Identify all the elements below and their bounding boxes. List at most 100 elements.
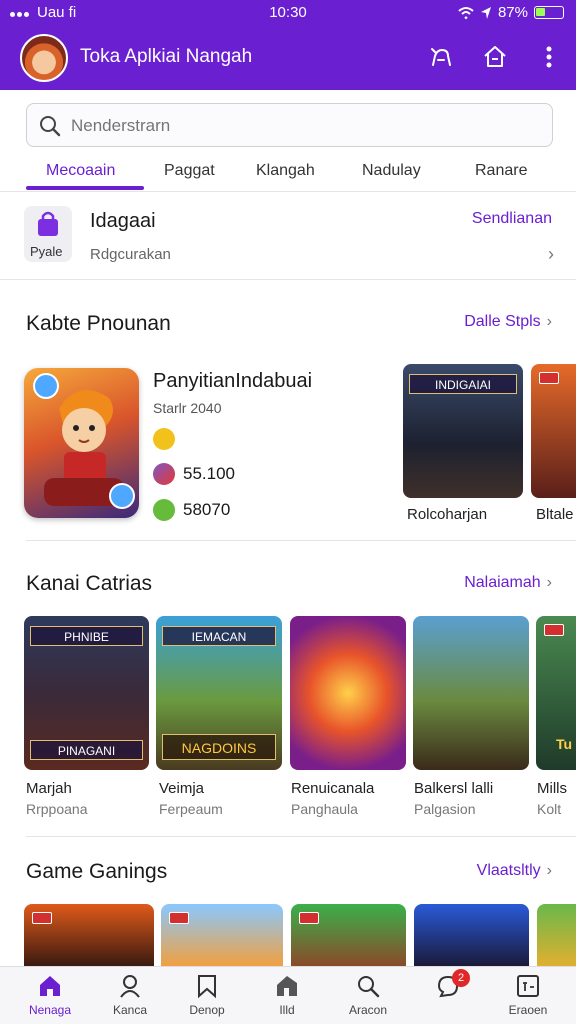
- gem-icon: [153, 463, 175, 485]
- chevron-right-icon[interactable]: ›: [548, 244, 554, 265]
- featured-app-icon[interactable]: [24, 368, 139, 518]
- featured-see-all-label: Dalle Stpls: [464, 313, 541, 330]
- card-banner: PHNIBE: [30, 626, 143, 646]
- bottom-navigation: Nenaga Kanca Denop Illd Aracon 2 Eraoen: [0, 966, 576, 1024]
- profile-icon[interactable]: [428, 44, 454, 70]
- card-title[interactable]: Mills: [537, 780, 567, 797]
- section-divider: [26, 836, 576, 837]
- category-card-4[interactable]: Tu: [536, 616, 576, 770]
- nav-profile-label: Kanca: [112, 1003, 148, 1017]
- promo-subtitle: Rdgcurakan: [90, 246, 171, 263]
- card-subtitle: Palgasion: [414, 801, 476, 817]
- promo-title: Idagaai: [90, 210, 156, 232]
- featured-see-all-link[interactable]: Dalle Stpls ›: [464, 313, 552, 331]
- tab-0[interactable]: Mecoaain: [46, 162, 115, 180]
- game-card-1[interactable]: [161, 904, 283, 966]
- featured-stat-1: 55.100: [183, 464, 235, 483]
- featured-section-title: Kabte Pnounan: [26, 312, 171, 335]
- side-card-caption[interactable]: Bltale: [536, 506, 574, 523]
- chevron-right-icon: ›: [546, 862, 552, 879]
- status-bar: Uau fi 10:30 87%: [0, 0, 576, 26]
- hero-character-icon: [33, 373, 135, 509]
- nav-calendar[interactable]: Eraoen: [488, 973, 568, 1017]
- games-see-all-link[interactable]: Vlaatsltly ›: [477, 862, 552, 880]
- nav-saved[interactable]: Denop: [167, 973, 247, 1017]
- card-art: [413, 616, 529, 770]
- category-see-all-link[interactable]: Nalaiamah ›: [464, 574, 552, 592]
- home-icon: [40, 976, 60, 996]
- game-card-3[interactable]: [414, 904, 529, 966]
- side-card-banner: INDIGAIAI: [409, 374, 517, 394]
- category-card-1[interactable]: IEMACAN NAGDOINS: [156, 616, 282, 770]
- card-subtitle: Panghaula: [291, 801, 358, 817]
- side-card-0[interactable]: INDIGAIAI: [403, 364, 523, 498]
- game-card-2[interactable]: [291, 904, 406, 966]
- promo-link[interactable]: Sendlianan: [472, 210, 552, 228]
- card-art: [290, 616, 406, 770]
- bookmark-icon: [198, 975, 216, 999]
- category-see-all-label: Nalaiamah: [464, 574, 541, 591]
- tab-3[interactable]: Nadulay: [362, 162, 421, 180]
- promo-icon-label: Pyale: [30, 244, 63, 259]
- game-card-4[interactable]: [537, 904, 576, 966]
- coin-icon: [153, 428, 175, 450]
- tab-2[interactable]: Klangah: [256, 162, 315, 180]
- featured-stat-row-1: 55.100: [153, 463, 235, 485]
- card-title[interactable]: Renuicanala: [291, 780, 374, 797]
- card-title[interactable]: Veimja: [159, 780, 204, 797]
- tab-1[interactable]: Paggat: [164, 162, 215, 180]
- person-icon: [120, 975, 140, 998]
- nav-search-label: Aracon: [348, 1003, 388, 1017]
- store-icon[interactable]: [482, 44, 508, 70]
- category-card-0[interactable]: PHNIBE PINAGANI: [24, 616, 149, 770]
- app-title: Toka Aplkiai Nangah: [80, 46, 253, 67]
- flag-icon: [544, 624, 564, 636]
- avatar[interactable]: [20, 34, 68, 82]
- shopping-bag-icon: [38, 211, 58, 236]
- card-title[interactable]: Balkersl lalli: [414, 780, 493, 797]
- battery-percent: 87%: [497, 4, 528, 21]
- card-art: [414, 904, 529, 966]
- card-art: [537, 904, 576, 966]
- featured-stat-2: 58070: [183, 500, 231, 519]
- card-footer: Tu: [556, 736, 573, 752]
- battery-icon: [534, 6, 564, 19]
- category-card-3[interactable]: [413, 616, 529, 770]
- card-title[interactable]: Marjah: [26, 780, 72, 797]
- check-badge-icon: [153, 499, 175, 521]
- chevron-right-icon: ›: [546, 574, 552, 591]
- section-divider: [26, 540, 576, 541]
- nav-home-label: Nenaga: [28, 1003, 72, 1017]
- card-subtitle: Kolt: [537, 801, 562, 817]
- search-input[interactable]: [71, 112, 531, 140]
- nav-tags[interactable]: Illd: [247, 973, 327, 1017]
- featured-app-title[interactable]: PanyitianIndabuai: [153, 370, 312, 393]
- card-subtitle: Rrppoana: [26, 801, 88, 817]
- promo-icon-tile: Pyale: [24, 206, 72, 262]
- tab-4[interactable]: Ranare: [475, 162, 527, 180]
- side-card-1[interactable]: [531, 364, 576, 498]
- game-card-0[interactable]: [24, 904, 154, 966]
- flag-icon: [539, 372, 559, 384]
- flag-icon: [299, 912, 319, 924]
- nav-search[interactable]: Aracon: [328, 973, 408, 1017]
- promo-row[interactable]: Pyale Idagaai Rdgcurakan Sendlianan ›: [0, 196, 576, 280]
- category-card-2[interactable]: [290, 616, 406, 770]
- notification-badge: 2: [452, 969, 470, 987]
- nav-profile[interactable]: Kanca: [90, 973, 170, 1017]
- nav-home[interactable]: Nenaga: [10, 973, 90, 1017]
- tab-indicator: [26, 186, 144, 190]
- card-banner: IEMACAN: [162, 626, 276, 646]
- featured-app-subtitle: Starlr 2040: [153, 400, 222, 416]
- location-icon: [480, 6, 491, 19]
- flag-icon: [32, 912, 52, 924]
- nav-saved-label: Denop: [189, 1003, 225, 1017]
- search-bar[interactable]: [26, 103, 553, 147]
- more-options-icon[interactable]: [536, 44, 562, 70]
- tag-icon: [277, 976, 297, 996]
- nav-messages[interactable]: 2: [408, 969, 488, 1003]
- card-footer: NAGDOINS: [162, 734, 276, 760]
- side-card-caption[interactable]: Rolcoharjan: [407, 506, 487, 523]
- calendar-icon: [517, 975, 539, 997]
- app-bar: Toka Aplkiai Nangah: [0, 26, 576, 90]
